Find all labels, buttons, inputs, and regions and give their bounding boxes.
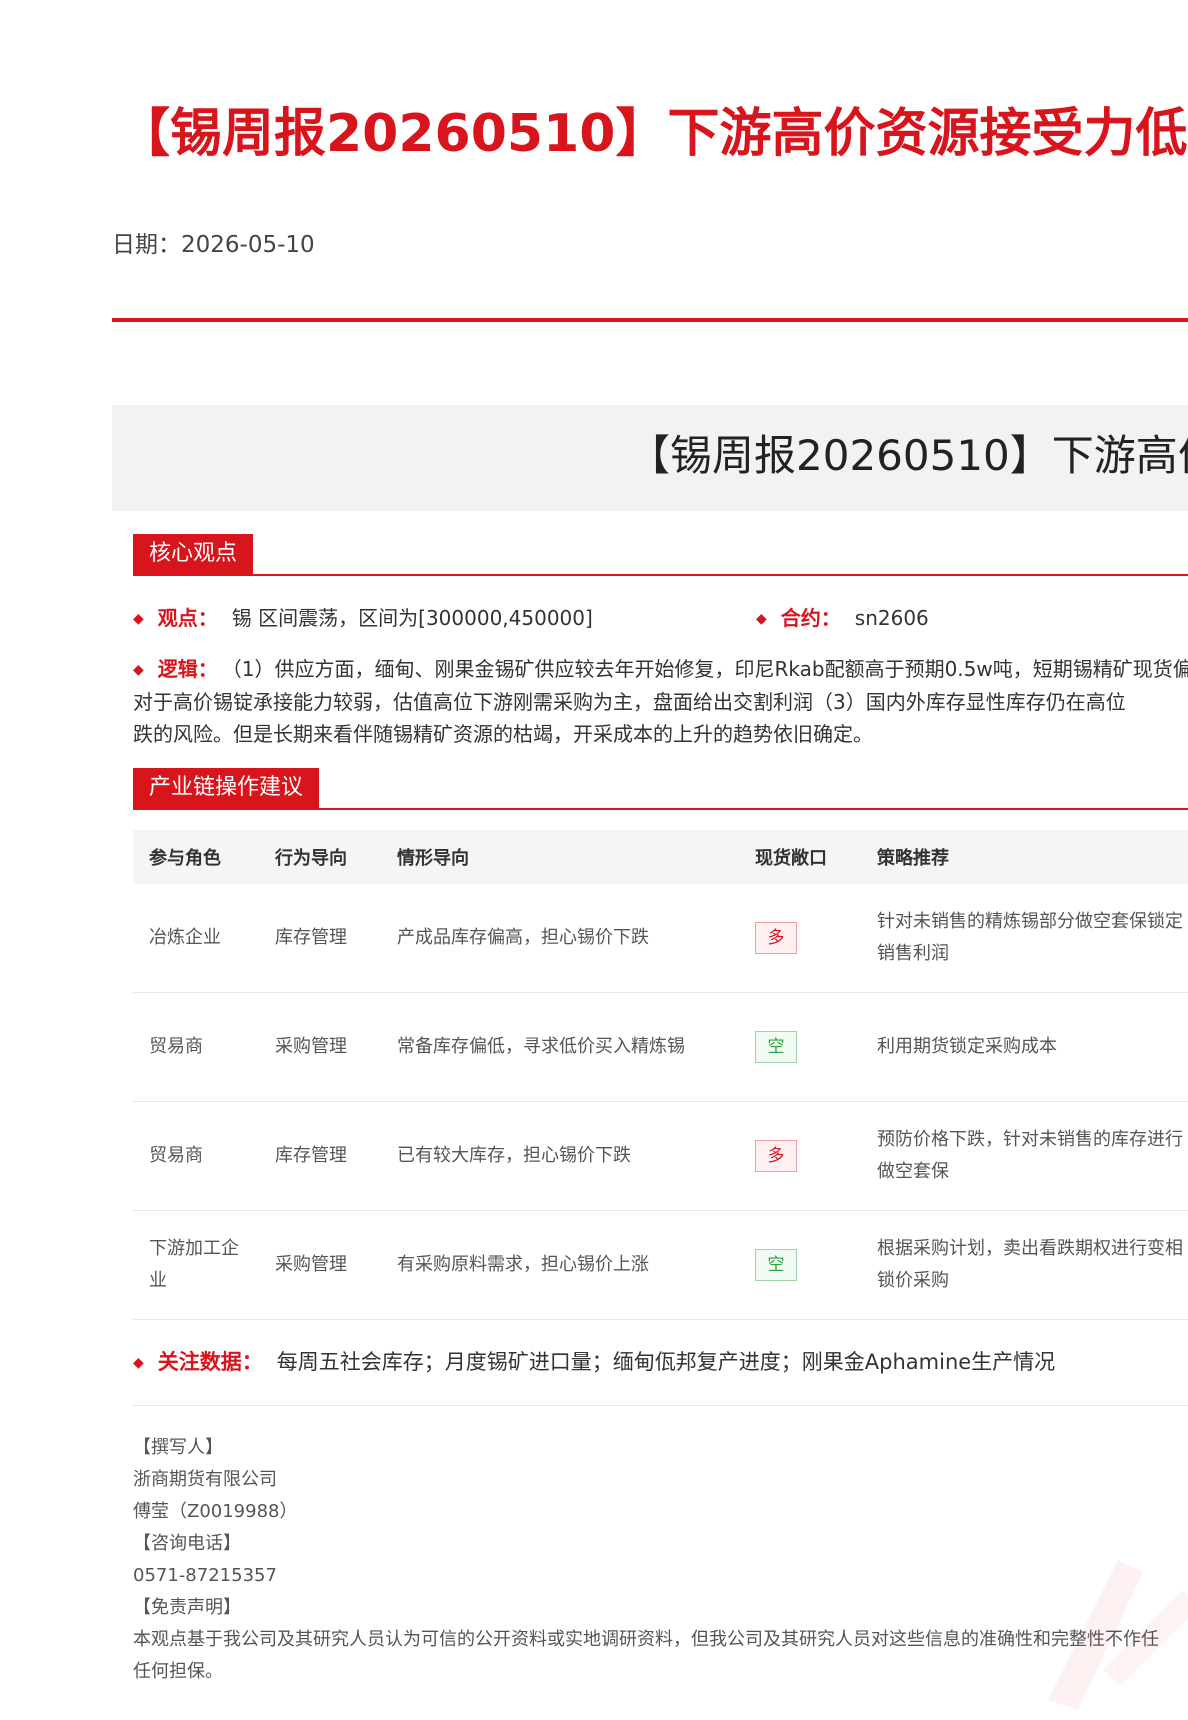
cell-situation: 常备库存偏低，寻求低价买入精炼锡 [381,992,739,1102]
industry-advice-heading: 产业链操作建议 [133,768,320,808]
cell-behavior: 库存管理 [259,884,381,993]
logic-block: ◆ 逻辑： （1）供应方面，缅甸、刚果金锡矿供应较去年开始修复，印尼Rkab配额高于… [133,653,1188,750]
exposure-tag: 多 [755,922,797,954]
bullet-diamond-icon: ◆ [133,1355,144,1371]
watermark-logo [1048,1560,1188,1710]
cell-role: 贸易商 [133,992,259,1102]
date-line: 日期：2026-05-10 [112,225,315,259]
bullet-diamond-icon: ◆ [756,611,767,627]
cell-strategy: 针对未销售的精炼锡部分做空套保锁定销售利润 [861,884,1188,993]
logic-line-2: 对于高价锡锭承接能力较弱，估值高位下游刚需采购为主，盘面给出交割利润（3）国内外… [133,690,1126,714]
date-label: 日期： [112,232,181,258]
exposure-tag: 空 [755,1031,797,1063]
cell-strategy: 根据采购计划，卖出看跌期权进行变相锁价采购 [861,1210,1188,1320]
exposure-tag: 空 [755,1249,797,1281]
watch-data-row: ◆ 关注数据： 每周五社会库存；月度锡矿进口量；缅甸佤邦复产进度；刚果金Aphami… [133,1346,1055,1376]
bullet-diamond-icon: ◆ [133,611,144,627]
view-row: ◆ 观点： 锡 区间震荡，区间为[300000,450000] [133,602,593,631]
table-row: 下游加工企业 采购管理 有采购原料需求，担心锡价上涨 空 根据采购计划，卖出看跌… [133,1210,1188,1320]
column-header: 行为导向 [259,830,381,884]
column-header: 现货敞口 [739,830,861,884]
industry-advice-header: 产业链操作建议 [133,768,1188,810]
contract-row: ◆ 合约： sn2606 [756,602,929,631]
date-value: 2026-05-10 [181,232,315,258]
table-row: 贸易商 采购管理 常备库存偏低，寻求低价买入精炼锡 空 利用期货锁定采购成本 [133,992,1188,1102]
author-header: 【撰写人】 [133,1437,223,1458]
title-divider [112,318,1188,322]
watch-value: 每周五社会库存；月度锡矿进口量；缅甸佤邦复产进度；刚果金Aphamine生产情况 [276,1350,1056,1374]
cell-strategy: 预防价格下跌，针对未销售的库存进行做空套保 [861,1101,1188,1211]
contract-label: 合约： [780,606,841,630]
cell-exposure: 多 [739,884,861,993]
logic-text: （1）供应方面，缅甸、刚果金锡矿供应较去年开始修复，印尼Rkab配额高于预期0.… [231,657,1188,681]
cell-behavior: 库存管理 [259,1101,381,1211]
cell-strategy: 利用期货锁定采购成本 [861,992,1188,1102]
core-view-heading: 核心观点 [133,534,254,574]
cell-role: 冶炼企业 [133,884,259,993]
cell-behavior: 采购管理 [259,1210,381,1320]
exposure-tag: 多 [755,1140,797,1172]
view-value: 锡 区间震荡，区间为[300000,450000] [231,606,593,630]
cell-role: 下游加工企业 [133,1210,259,1320]
column-header: 情形导向 [381,830,739,884]
cell-exposure: 空 [739,992,861,1102]
logic-line-1: ◆ 逻辑： （1）供应方面，缅甸、刚果金锡矿供应较去年开始修复，印尼Rkab配额高于… [133,653,1188,686]
banner-title: 【锡周报20260510】下游高价资源接受力低 [628,431,1188,480]
table-row: 冶炼企业 库存管理 产成品库存偏高，担心锡价下跌 多 针对未销售的精炼锡部分做空… [133,884,1188,993]
logic-label: 逻辑： [157,657,218,681]
watch-label: 关注数据： [157,1350,263,1374]
company-name: 浙商期货有限公司 [133,1469,277,1490]
cell-exposure: 多 [739,1101,861,1211]
cell-exposure: 空 [739,1210,861,1320]
bullet-diamond-icon: ◆ [133,662,144,678]
view-label: 观点： [157,606,218,630]
table-header-row: 参与角色 行为导向 情形导向 现货敞口 策略推荐 [133,830,1188,884]
cell-role: 贸易商 [133,1101,259,1211]
table-row: 贸易商 库存管理 已有较大库存，担心锡价下跌 多 预防价格下跌，针对未销售的库存… [133,1101,1188,1211]
cell-behavior: 采购管理 [259,992,381,1102]
core-view-header: 核心观点 [133,534,1188,576]
logic-line-3: 跌的风险。但是长期来看伴随锡精矿资源的枯竭，开采成本的上升的趋势依旧确定。 [133,722,873,746]
page-title: 【锡周报20260510】下游高价资源接受力低 [118,104,1188,164]
operations-table: 参与角色 行为导向 情形导向 现货敞口 策略推荐 冶炼企业 库存管理 产成品库存… [133,830,1188,1320]
contract-value: sn2606 [854,606,929,630]
article-banner: 【锡周报20260510】下游高价资源接受力低 [112,405,1188,511]
cell-situation: 有采购原料需求，担心锡价上涨 [381,1210,739,1320]
cell-situation: 已有较大库存，担心锡价下跌 [381,1101,739,1211]
footer-divider [133,1405,1188,1406]
cell-situation: 产成品库存偏高，担心锡价下跌 [381,884,739,993]
column-header: 策略推荐 [861,830,1188,884]
column-header: 参与角色 [133,830,259,884]
